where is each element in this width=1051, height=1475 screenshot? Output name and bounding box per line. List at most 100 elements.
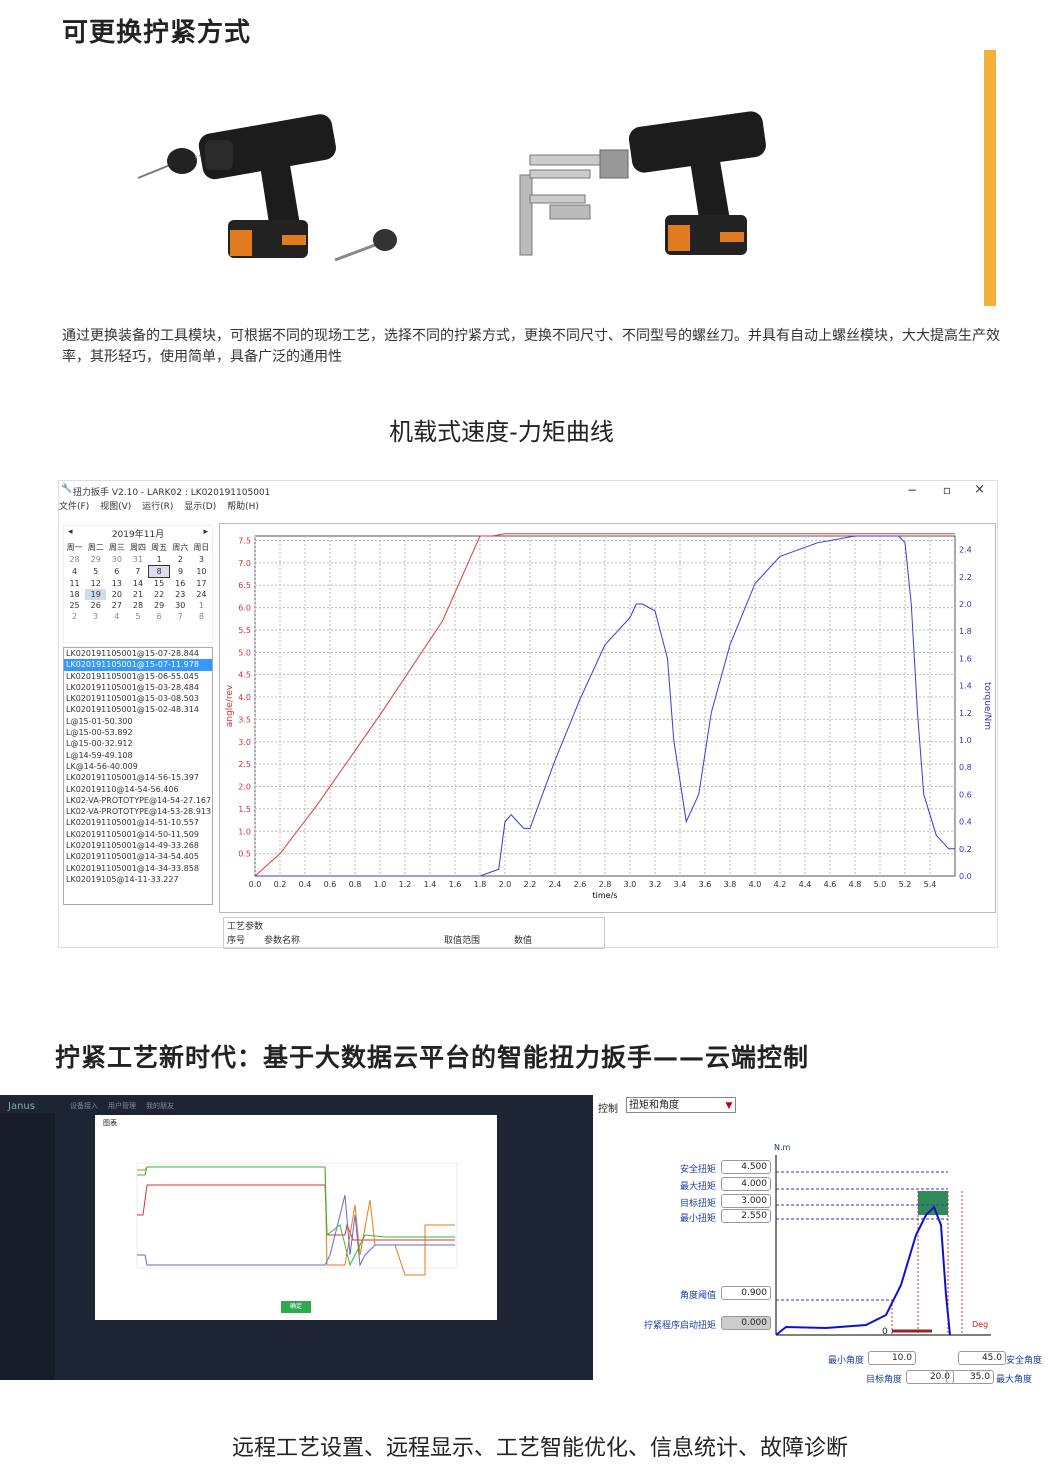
calendar-day[interactable]: 4: [106, 611, 127, 622]
field-input[interactable]: 2.550: [721, 1209, 771, 1223]
angle-input[interactable]: 45.0: [958, 1351, 1006, 1365]
y2-tick-label: 1.0: [959, 736, 972, 745]
x-tick-label: 3.2: [649, 880, 662, 889]
calendar-day[interactable]: 5: [85, 566, 106, 578]
calendar-day[interactable]: 8: [148, 565, 171, 578]
col-range: 取值范围: [444, 936, 481, 946]
record-list-item[interactable]: L@15-01-50.300: [64, 716, 212, 727]
calendar-day[interactable]: 29: [85, 554, 106, 566]
calendar-day[interactable]: 22: [149, 589, 170, 600]
calendar-day[interactable]: 16: [170, 578, 191, 590]
calendar-day[interactable]: 25: [64, 600, 85, 611]
calendar-day[interactable]: 14: [127, 578, 148, 590]
record-list-item[interactable]: LK020191105001@15-07-28.844: [64, 648, 212, 659]
nav-friends[interactable]: 我的朋友: [146, 1101, 174, 1111]
calendar-day[interactable]: 9: [170, 566, 191, 578]
angle-input[interactable]: 35.0: [946, 1370, 994, 1384]
record-list-item[interactable]: LK020191105001@14-50-11.509: [64, 829, 212, 840]
record-list-item[interactable]: LK020191105001@14-49-33.268: [64, 840, 212, 851]
record-list-item[interactable]: LK020191105001@15-03-08.503: [64, 693, 212, 704]
calendar-day[interactable]: 3: [85, 611, 106, 622]
calendar-day[interactable]: 28: [64, 554, 85, 566]
calendar-day[interactable]: 13: [106, 578, 127, 590]
record-list-item[interactable]: LK@14-56-40.009: [64, 761, 212, 772]
calendar-day[interactable]: 27: [106, 600, 127, 611]
calendar-day[interactable]: 30: [106, 554, 127, 566]
calendar-day[interactable]: 1: [149, 554, 170, 566]
y-tick-label: 3.5: [238, 715, 251, 724]
record-list-item[interactable]: L@15-00-53.892: [64, 727, 212, 738]
field-input[interactable]: 4.000: [721, 1177, 771, 1191]
record-list-item[interactable]: LK020191105001@15-03-28.484: [64, 682, 212, 693]
calendar-day[interactable]: 7: [170, 611, 191, 622]
calendar-day[interactable]: 2: [170, 554, 191, 566]
calendar-day[interactable]: 28: [127, 600, 148, 611]
calendar-day[interactable]: 8: [191, 611, 212, 622]
close-button[interactable]: ×: [974, 482, 985, 497]
minimize-button[interactable]: −: [907, 483, 917, 497]
calendar-day[interactable]: 11: [64, 578, 85, 590]
calendar-day[interactable]: 31: [127, 554, 148, 566]
record-list-item[interactable]: LK020191105001@14-56-15.397: [64, 772, 212, 783]
y2-tick-label: 1.4: [959, 682, 972, 691]
menu-help[interactable]: 帮助(H): [227, 502, 259, 512]
record-list-item[interactable]: L@15-00-32.912: [64, 738, 212, 749]
record-list-item[interactable]: LK02-VA-PROTOTYPE@14-54-27.167: [64, 795, 212, 806]
calendar-day[interactable]: 23: [170, 589, 191, 600]
y2-tick-label: 1.6: [959, 654, 972, 663]
weekday-label: 周四: [129, 543, 146, 552]
calendar-day[interactable]: 18: [64, 589, 85, 600]
calendar-day[interactable]: 15: [149, 578, 170, 590]
field-input[interactable]: 3.000: [721, 1194, 771, 1208]
menu-display[interactable]: 显示(D): [184, 502, 216, 512]
field-label: 最大扭矩: [679, 1182, 716, 1192]
calendar-day[interactable]: 20: [106, 589, 127, 600]
ok-button[interactable]: 确定: [281, 1301, 311, 1313]
record-list-item[interactable]: LK020191105001@15-07-11.978: [64, 659, 212, 671]
calendar-day[interactable]: 3: [191, 554, 212, 566]
x-tick-label: 1.0: [374, 880, 387, 889]
record-list-item[interactable]: LK02019105@14-11-33.227: [64, 874, 212, 885]
y-tick-label: 0.5: [238, 850, 251, 859]
calendar-day[interactable]: 12: [85, 578, 106, 590]
record-list-item[interactable]: LK020191105001@14-34-54.405: [64, 851, 212, 862]
calendar-day[interactable]: 19: [85, 589, 107, 600]
calendar-day[interactable]: 24: [191, 589, 212, 600]
field-input[interactable]: 0.000: [721, 1316, 771, 1330]
field-input[interactable]: 4.500: [721, 1160, 771, 1174]
next-month-icon[interactable]: ▸: [203, 527, 208, 540]
calendar-day[interactable]: 6: [106, 566, 127, 578]
calendar-day[interactable]: 30: [170, 600, 191, 611]
menu-file[interactable]: 文件(F): [59, 502, 89, 512]
y-tick-label: 1.5: [238, 805, 251, 814]
calendar-day[interactable]: 5: [127, 611, 148, 622]
weekday-label: 周日: [193, 543, 210, 552]
record-list-item[interactable]: LK020191105001@15-06-55.045: [64, 671, 212, 682]
calendar-day[interactable]: 2: [64, 611, 85, 622]
record-list-item[interactable]: LK020191105001@15-02-48.314: [64, 704, 212, 715]
nav-users[interactable]: 用户管理: [108, 1101, 136, 1111]
calendar-day[interactable]: 7: [127, 566, 148, 578]
calendar-day[interactable]: 29: [149, 600, 170, 611]
x-tick-label: 2.0: [499, 880, 512, 889]
menu-run[interactable]: 运行(R): [142, 502, 173, 512]
record-list-item[interactable]: LK020191105001@14-51-10.557: [64, 817, 212, 828]
record-list-item[interactable]: LK02019110@14-54-56.406: [64, 784, 212, 795]
calendar-day[interactable]: 4: [64, 566, 85, 578]
field-input[interactable]: 0.900: [721, 1286, 771, 1300]
maximize-button[interactable]: ▫: [943, 483, 951, 497]
record-list-item[interactable]: L@14-59-49.108: [64, 750, 212, 761]
calendar-day[interactable]: 6: [149, 611, 170, 622]
calendar-day[interactable]: 26: [85, 600, 106, 611]
nav-device[interactable]: 设备接入: [70, 1101, 98, 1111]
calendar-day[interactable]: 10: [191, 566, 212, 578]
record-list-item[interactable]: LK02-VA-PROTOTYPE@14-53-28.913: [64, 806, 212, 817]
calendar-day[interactable]: 1: [191, 600, 212, 611]
menu-view[interactable]: 视图(V): [100, 502, 131, 512]
calendar-day[interactable]: 17: [191, 578, 212, 590]
y2-axis-label: torque/Nm: [982, 682, 992, 730]
calendar-day[interactable]: 21: [127, 589, 148, 600]
prev-month-icon[interactable]: ◂: [68, 527, 73, 540]
record-list-item[interactable]: LK020191105001@14-34-33.858: [64, 863, 212, 874]
angle-input[interactable]: 10.0: [868, 1351, 916, 1365]
